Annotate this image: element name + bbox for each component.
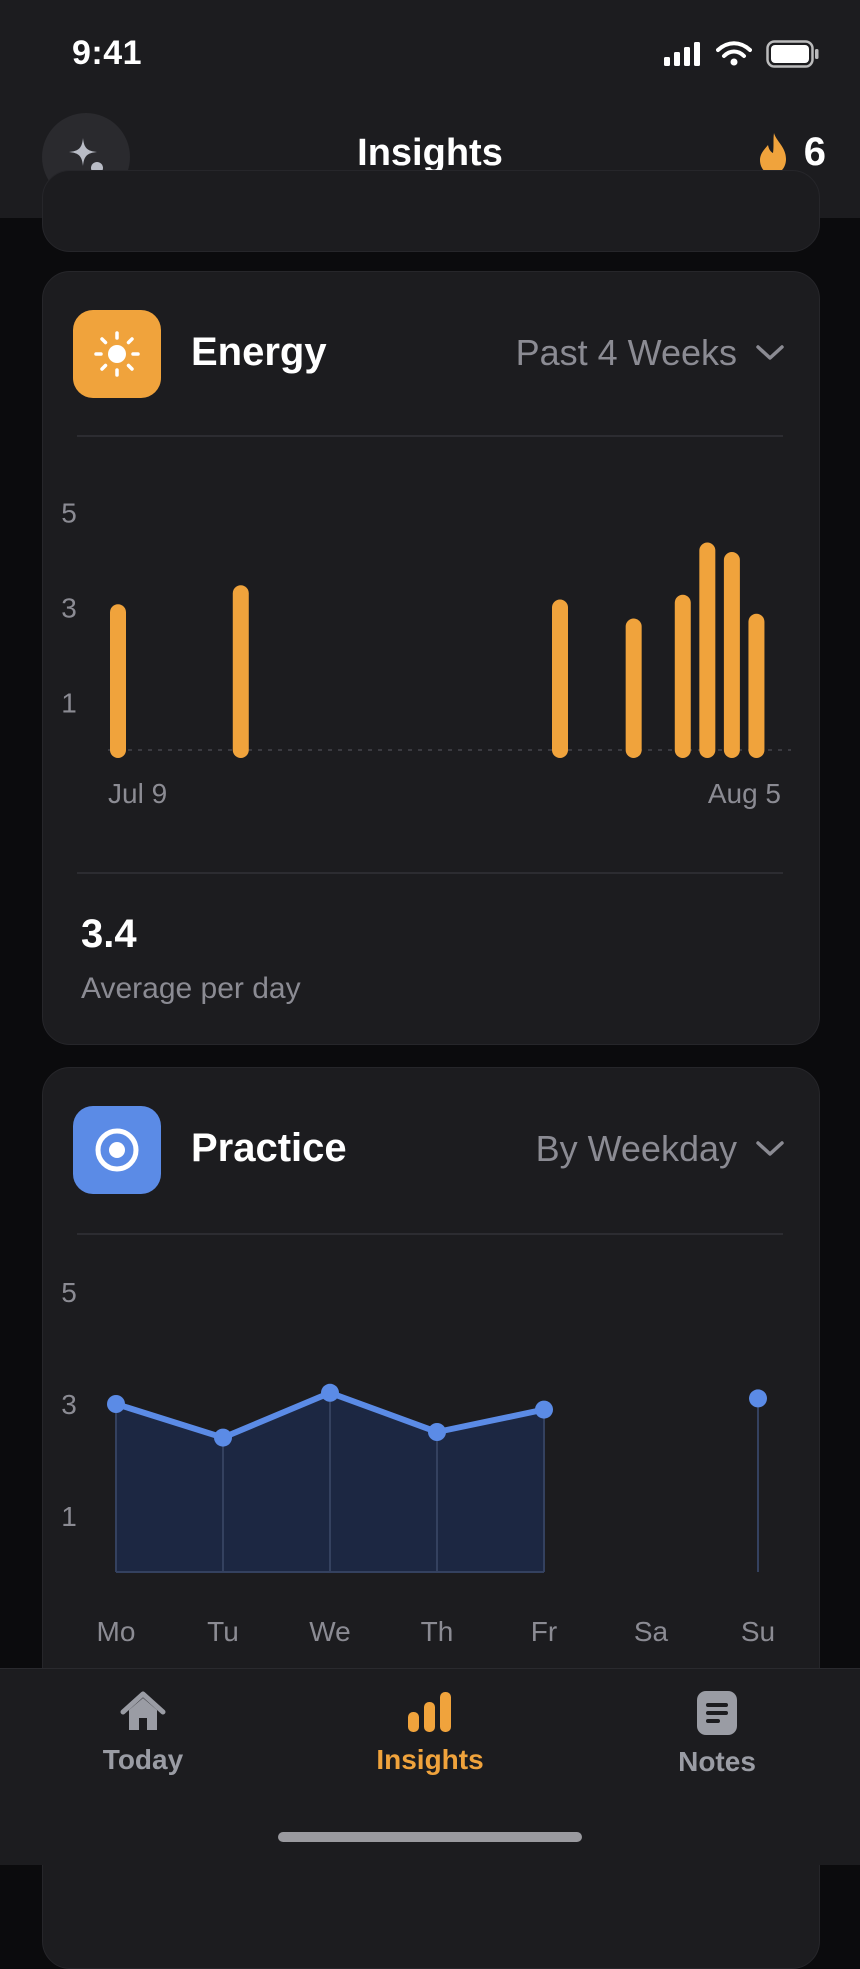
status-time: 9:41 <box>72 34 143 72</box>
energy-range-dropdown[interactable]: Past 4 Weeks <box>516 332 785 374</box>
flame-icon <box>759 132 786 174</box>
y-tick-label: 3 <box>61 1389 77 1420</box>
tab-notes-label: Notes <box>678 1746 756 1777</box>
x-tick-label: Jul 9 <box>108 778 167 809</box>
x-tick-label: Aug 5 <box>708 778 781 809</box>
tab-today[interactable]: Today <box>43 1690 243 1776</box>
tab-insights[interactable]: Insights <box>330 1690 530 1776</box>
energy-title: Energy <box>191 330 327 374</box>
streak-count: 6 <box>803 130 826 174</box>
y-tick-label: 1 <box>61 1501 77 1532</box>
energy-divider-top <box>77 435 783 437</box>
note-icon <box>697 1691 737 1735</box>
x-tick-label: Sa <box>634 1616 669 1647</box>
x-tick-label: Mo <box>97 1616 136 1647</box>
home-indicator <box>278 1832 582 1842</box>
x-tick-label: We <box>309 1616 351 1647</box>
target-icon <box>73 1106 161 1194</box>
x-tick-label: Fr <box>531 1616 557 1647</box>
energy-average-value: 3.4 <box>81 912 137 956</box>
previous-card <box>42 170 820 252</box>
chevron-down-icon <box>756 1141 784 1156</box>
y-tick-label: 5 <box>61 498 77 529</box>
energy-chart: 5 3 1 Jul 9 Aug 5 <box>61 498 791 809</box>
tab-notes[interactable]: Notes <box>617 1690 817 1778</box>
sun-icon <box>73 310 161 398</box>
tab-today-label: Today <box>102 1744 184 1775</box>
practice-range-dropdown[interactable]: By Weekday <box>536 1128 785 1170</box>
practice-point <box>749 1389 767 1408</box>
practice-point <box>321 1383 339 1402</box>
x-tick-label: Su <box>741 1616 775 1647</box>
practice-title: Practice <box>191 1126 347 1170</box>
energy-card: Energy Past 4 Weeks 5 3 1 Jul 9 Aug 5 3.4 Av… <box>42 271 820 1045</box>
page-title: Insights <box>357 132 503 174</box>
energy-average-label: Average per day <box>81 972 301 1005</box>
practice-point <box>214 1428 232 1447</box>
x-tick-label: Th <box>421 1616 454 1647</box>
y-tick-label: 5 <box>61 1277 77 1308</box>
practice-point <box>428 1423 446 1441</box>
y-tick-label: 3 <box>61 593 77 624</box>
wifi-icon <box>716 41 752 66</box>
cellular-signal-icon <box>664 42 700 66</box>
battery-icon <box>766 40 819 68</box>
streak-counter[interactable]: 6 <box>756 130 826 175</box>
x-tick-label: Tu <box>207 1616 239 1647</box>
practice-point <box>107 1395 125 1413</box>
practice-point <box>535 1400 553 1419</box>
practice-range-label: By Weekday <box>535 1128 737 1169</box>
y-tick-label: 1 <box>61 688 77 719</box>
bar-chart-icon <box>408 1692 451 1732</box>
home-icon <box>120 1691 166 1730</box>
energy-divider-bottom <box>77 872 783 874</box>
tab-insights-label: Insights <box>376 1744 484 1775</box>
status-icons <box>664 40 820 68</box>
practice-divider-top <box>77 1233 783 1235</box>
practice-chart: 5 3 1 Mo Tu We Th Fr Sa Su <box>61 1277 775 1647</box>
energy-range-label: Past 4 Weeks <box>515 332 737 373</box>
chevron-down-icon <box>756 345 784 360</box>
